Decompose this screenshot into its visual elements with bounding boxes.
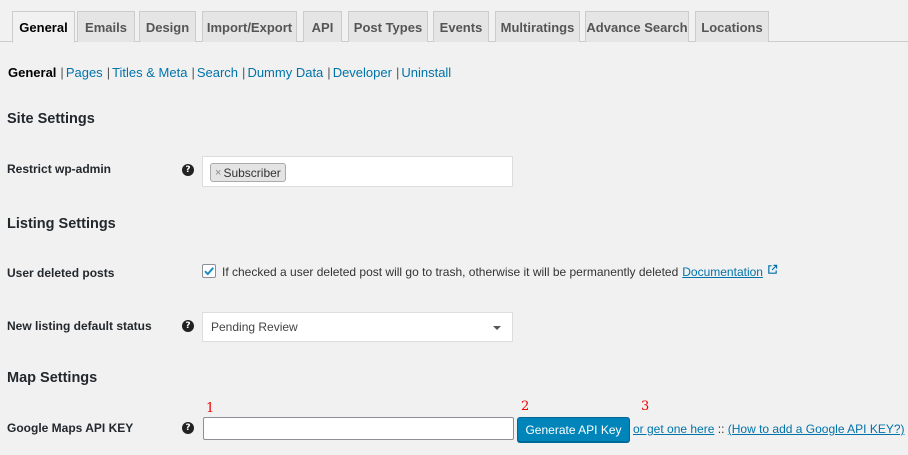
checkmark-icon: [204, 267, 214, 276]
tab-multiratings[interactable]: Multiratings: [495, 11, 580, 42]
tab-api[interactable]: API: [303, 11, 342, 42]
subnav-link-dummy-data[interactable]: Dummy Data: [247, 65, 323, 80]
subnav-separator: |: [395, 64, 400, 80]
default-status-select[interactable]: Pending Review: [202, 312, 513, 342]
google-maps-api-key-label: Google Maps API KEY: [7, 421, 134, 435]
tab-emails[interactable]: Emails: [77, 11, 135, 42]
subnav-separator: |: [191, 64, 195, 80]
chevron-down-icon: [493, 326, 501, 330]
help-icon[interactable]: ?: [182, 422, 194, 434]
user-deleted-posts-label: User deleted posts: [7, 266, 115, 280]
help-icon[interactable]: ?: [182, 164, 194, 176]
section-title-listing-settings: Listing Settings: [7, 216, 116, 232]
user-deleted-posts-checkbox[interactable]: [202, 264, 216, 278]
tab-events[interactable]: Events: [433, 11, 489, 42]
tab-locations[interactable]: Locations: [695, 11, 769, 42]
section-title-site-settings: Site Settings: [7, 111, 95, 127]
subnav-separator: |: [327, 64, 331, 80]
annotation-marker-3: 3: [641, 399, 650, 414]
subnav-link-uninstall[interactable]: Uninstall: [401, 65, 451, 80]
remove-tag-icon[interactable]: ×: [215, 167, 221, 179]
tab-import-export[interactable]: Import/Export: [202, 11, 297, 42]
sub-navigation: General | Pages | Titles & Meta | Search…: [8, 64, 451, 80]
external-link-icon: [768, 264, 778, 274]
tab-post-types[interactable]: Post Types: [348, 11, 428, 42]
subnav-separator: |: [60, 64, 64, 80]
get-api-key-link[interactable]: or get one here: [633, 422, 714, 436]
generate-api-key-button[interactable]: Generate API Key: [517, 417, 630, 442]
selected-role-tag: × Subscriber: [210, 163, 286, 182]
tab-advance-search[interactable]: Advance Search: [585, 11, 689, 42]
subnav-separator: |: [106, 64, 111, 80]
subnav-link-search[interactable]: Search: [197, 65, 238, 80]
subnav-separator: |: [242, 64, 246, 80]
google-maps-api-key-input[interactable]: [203, 417, 514, 440]
selected-role-label: Subscriber: [223, 165, 281, 180]
api-key-help-links: or get one here :: (How to add a Google …: [633, 422, 905, 436]
restrict-wp-admin-multiselect[interactable]: × Subscriber: [202, 156, 513, 187]
annotation-marker-1: 1: [206, 401, 215, 416]
subnav-current-general: General: [8, 64, 57, 80]
help-icon[interactable]: ?: [182, 320, 194, 332]
documentation-link[interactable]: Documentation: [682, 264, 778, 279]
tab-general[interactable]: General: [12, 11, 75, 43]
tab-design[interactable]: Design: [139, 11, 196, 42]
user-deleted-posts-description: If checked a user deleted post will go t…: [222, 264, 778, 279]
link-separator: ::: [714, 422, 728, 436]
restrict-wp-admin-label: Restrict wp-admin: [7, 162, 112, 176]
default-status-label: New listing default status: [7, 319, 152, 333]
settings-tab-bar: General Emails Design Import/Export API …: [0, 0, 908, 43]
subnav-link-developer[interactable]: Developer: [333, 65, 392, 80]
documentation-link-label: Documentation: [682, 265, 763, 279]
how-to-add-api-key-link[interactable]: (How to add a Google API KEY?): [728, 422, 905, 436]
default-status-value: Pending Review: [211, 320, 298, 334]
section-title-map-settings: Map Settings: [7, 370, 98, 386]
subnav-link-titles-meta[interactable]: Titles & Meta: [112, 65, 187, 80]
user-deleted-posts-help-text: If checked a user deleted post will go t…: [222, 265, 679, 279]
subnav-link-pages[interactable]: Pages: [66, 65, 103, 80]
annotation-marker-2: 2: [521, 399, 530, 414]
